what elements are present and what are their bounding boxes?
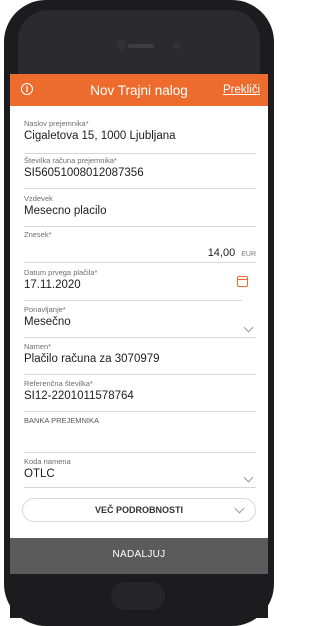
- form-scroll-area[interactable]: Naslov prejemnika* Cigaletova 15, 1000 L…: [10, 106, 268, 538]
- purpose-code-value: OTLC: [24, 468, 55, 480]
- recipient-address-value: Cigaletova 15, 1000 Ljubljana: [24, 130, 176, 142]
- app-header: i Nov Trajni nalog Prekliči: [10, 74, 268, 106]
- reference-label: Referenčna številka*: [24, 379, 93, 388]
- cancel-link[interactable]: Prekliči: [223, 84, 260, 96]
- first-payment-date-field[interactable]: Datum prvega plačila* 17.11.2020: [24, 268, 248, 301]
- reference-value: SI12-2201011578764: [24, 390, 134, 402]
- speaker-grille: [128, 44, 154, 48]
- recipient-account-value: SI56051008012087356: [24, 167, 144, 179]
- purpose-code-select[interactable]: Koda namena OTLC: [24, 457, 256, 488]
- purpose-field[interactable]: Namen* Plačilo računa za 3070979: [24, 342, 256, 375]
- purpose-value: Plačilo računa za 3070979: [24, 353, 160, 365]
- recipient-bank-field[interactable]: BANKA PREJEMNIKA: [24, 416, 256, 453]
- repeat-select[interactable]: Ponavljanje* Mesečno: [24, 305, 256, 338]
- recipient-bank-label: BANKA PREJEMNIKA: [24, 416, 100, 425]
- continue-label: NADALJUJ: [112, 549, 166, 560]
- amount-display: 14,00 EUR: [208, 247, 256, 259]
- recipient-address-label: Naslov prejemnika*: [24, 119, 89, 128]
- purpose-code-label: Koda namena: [24, 457, 71, 466]
- home-button[interactable]: [111, 582, 165, 610]
- amount-value: 14,00: [207, 247, 236, 259]
- nickname-value: Mesecno placilo: [24, 205, 107, 217]
- amount-label: Znesek*: [24, 230, 52, 239]
- more-details-button[interactable]: VEČ PODROBNOSTI: [22, 498, 256, 522]
- repeat-value: Mesečno: [24, 316, 71, 328]
- nickname-field[interactable]: Vzdevek Mesecno placilo: [24, 194, 256, 227]
- first-payment-date-label: Datum prvega plačila*: [24, 268, 98, 277]
- purpose-label: Namen*: [24, 342, 52, 351]
- first-payment-date-value: 17.11.2020: [24, 279, 81, 291]
- currency-label: EUR: [241, 251, 256, 258]
- continue-button[interactable]: NADALJUJ: [10, 538, 268, 574]
- phone-bottom-bezel: [10, 574, 268, 618]
- nickname-label: Vzdevek: [24, 194, 53, 203]
- phone-top-bezel: [18, 10, 260, 74]
- app-screen: i Nov Trajni nalog Prekliči Naslov preje…: [10, 74, 268, 574]
- sensor-icon: [173, 42, 180, 49]
- amount-field[interactable]: Znesek* 14,00 EUR: [24, 230, 256, 263]
- recipient-account-field[interactable]: Številka računa prejemnika* SI5605100801…: [24, 156, 256, 189]
- recipient-account-label: Številka računa prejemnika*: [24, 156, 117, 165]
- reference-field[interactable]: Referenčna številka* SI12-2201011578764: [24, 379, 256, 412]
- camera-icon: [116, 40, 126, 50]
- more-details-label: VEČ PODROBNOSTI: [94, 505, 183, 515]
- repeat-label: Ponavljanje*: [24, 305, 66, 314]
- calendar-icon[interactable]: [237, 276, 248, 287]
- recipient-address-field[interactable]: Naslov prejemnika* Cigaletova 15, 1000 L…: [24, 119, 256, 154]
